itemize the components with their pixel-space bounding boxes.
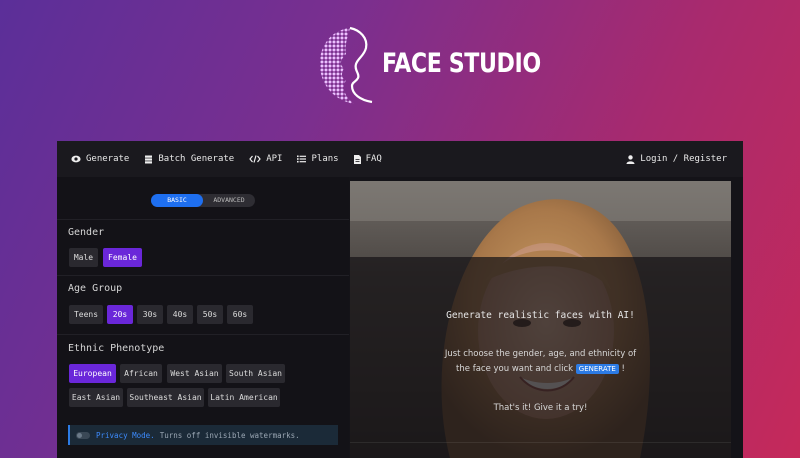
age-60s-button[interactable]: 60s	[227, 305, 253, 324]
ethnic-european-button[interactable]: European	[69, 364, 116, 383]
privacy-mode-bar: Privacy Mode. Turns off invisible waterm…	[68, 425, 338, 445]
nav-generate-label: Generate	[86, 154, 130, 164]
mode-toggle[interactable]: BASIC ADVANCED	[151, 194, 255, 207]
nav-generate[interactable]: Generate	[71, 154, 129, 164]
divider	[57, 275, 349, 276]
hero-cta: That's it! Give it a try!	[493, 403, 588, 413]
hero-line-2: the face you want and click GENERATE !	[350, 362, 731, 377]
ethnic-title: Ethnic Phenotype	[68, 343, 165, 354]
hero-line-2-end: !	[621, 364, 625, 374]
age-30s-button[interactable]: 30s	[137, 305, 163, 324]
nav-faq[interactable]: FAQ	[353, 154, 382, 164]
age-20s-button[interactable]: 20s	[107, 305, 133, 324]
nav-api-label: API	[266, 154, 283, 164]
ethnic-southeast-asian-button[interactable]: Southeast Asian	[127, 388, 204, 407]
nav-faq-label: FAQ	[365, 154, 382, 164]
ethnic-west-asian-button[interactable]: West Asian	[167, 364, 222, 383]
document-icon	[353, 154, 361, 164]
brand-name: FACE STUDIO	[382, 47, 541, 79]
gender-female-button[interactable]: Female	[103, 248, 142, 267]
nav-login-label: Login / Register	[640, 154, 727, 164]
app-window: Generate Batch Generate API Plans FAQ Lo…	[57, 141, 743, 458]
hero-description: Just choose the gender, age, and ethnici…	[350, 347, 731, 377]
age-group-title: Age Group	[68, 283, 123, 294]
controls-panel: BASIC ADVANCED Gender Male Female Age Gr…	[57, 177, 349, 458]
generate-badge: GENERATE	[575, 364, 619, 374]
privacy-toggle-switch[interactable]	[76, 431, 90, 439]
nav-batch-generate-label: Batch Generate	[158, 154, 235, 164]
privacy-mode-label: Privacy Mode.	[96, 430, 155, 440]
privacy-mode-text: Turns off invisible watermarks.	[159, 430, 300, 440]
gender-male-button[interactable]: Male	[69, 248, 98, 267]
nav-api[interactable]: API	[249, 154, 282, 164]
ethnic-latin-american-button[interactable]: Latin American	[208, 388, 280, 407]
eye-icon	[71, 155, 81, 163]
hero-headline: Generate realistic faces with AI!	[446, 310, 635, 321]
nav-batch-generate[interactable]: Batch Generate	[144, 154, 234, 164]
nav-plans[interactable]: Plans	[297, 154, 339, 164]
gender-title: Gender	[68, 227, 105, 238]
brand-logo[interactable]: FACE STUDIO	[316, 24, 576, 108]
age-40s-button[interactable]: 40s	[167, 305, 193, 324]
hero-line-2-text: the face you want and click	[456, 364, 574, 374]
nav-plans-label: Plans	[311, 154, 339, 164]
hero-line-1: Just choose the gender, age, and ethnici…	[444, 349, 637, 359]
ethnic-east-asian-button[interactable]: East Asian	[69, 388, 123, 407]
mode-advanced[interactable]: ADVANCED	[203, 194, 255, 207]
divider	[350, 442, 731, 443]
mode-basic[interactable]: BASIC	[151, 194, 203, 207]
top-navbar: Generate Batch Generate API Plans FAQ Lo…	[57, 141, 743, 177]
list-icon	[297, 155, 307, 163]
nav-login-register[interactable]: Login / Register	[626, 154, 727, 164]
code-icon	[249, 155, 261, 163]
user-icon	[626, 154, 635, 164]
face-logo-icon	[319, 26, 373, 104]
layers-icon	[145, 155, 153, 163]
divider	[57, 219, 349, 220]
preview-panel: Generate realistic faces with AI! Just c…	[350, 181, 731, 458]
ethnic-south-asian-button[interactable]: South Asian	[226, 364, 285, 383]
age-50s-button[interactable]: 50s	[197, 305, 223, 324]
age-teens-button[interactable]: Teens	[69, 305, 103, 324]
ethnic-african-button[interactable]: African	[120, 364, 162, 383]
divider	[57, 334, 349, 335]
